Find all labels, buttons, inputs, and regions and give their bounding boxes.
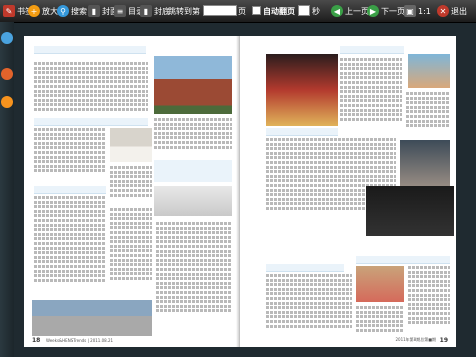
section-header [34, 186, 106, 194]
left-page-number: 18 [32, 337, 41, 344]
prev-page-label: 上一页 [345, 6, 369, 16]
text-block [34, 62, 148, 118]
right-page: 2011年第8期总第■期 19 [240, 36, 456, 347]
url-bar [356, 256, 450, 264]
stock-board-photo [266, 54, 338, 126]
actual-size-button[interactable]: ▣ 1:1 [404, 3, 431, 19]
right-page-footer: 2011年第8期总第■期 [395, 337, 436, 342]
exit-label: 退出 [451, 6, 467, 16]
search-button[interactable]: ⚲ 搜索 [57, 3, 87, 19]
auto-flip-label: 自动翻页 [263, 6, 295, 16]
text-block [356, 306, 404, 336]
text-block [110, 208, 152, 296]
zoom-in-button[interactable]: + 放大 [28, 3, 58, 19]
page-unit: 页 [238, 6, 246, 16]
gear-icon[interactable] [1, 68, 13, 80]
url-bar [266, 128, 338, 136]
url-bar [266, 264, 344, 272]
jump-label: 跳转到第 [168, 6, 200, 16]
back-cover-button[interactable]: ▮ 封底 [140, 3, 170, 19]
text-block [34, 196, 106, 296]
url-box [154, 160, 232, 182]
bookmark-icon: ✎ [3, 5, 15, 17]
street-photo [32, 300, 152, 336]
text-block [156, 222, 232, 332]
text-block [266, 274, 352, 336]
text-block [340, 58, 402, 128]
text-block [154, 118, 232, 156]
building-photo [154, 56, 232, 114]
section-header [340, 46, 404, 54]
text-block [408, 266, 450, 336]
zoom-in-label: 放大 [42, 6, 58, 16]
cover-icon: ▮ [88, 5, 100, 17]
search-icon: ⚲ [57, 5, 69, 17]
toc-icon: ≡ [114, 5, 126, 17]
right-page-number: 19 [439, 337, 448, 344]
left-page-footer: Weeks&HENSTrends | 2011.08.21 [46, 338, 114, 343]
actual-size-icon: ▣ [404, 5, 416, 17]
prev-page-button[interactable]: ◀ 上一页 [331, 3, 369, 19]
back-cover-icon: ▮ [140, 5, 152, 17]
auto-flip-checkbox[interactable] [252, 6, 261, 15]
exit-button[interactable]: ✕ 退出 [437, 3, 467, 19]
city-photo [408, 54, 450, 88]
thumbnail-icon[interactable] [1, 32, 13, 44]
arrow-left-icon: ◀ [331, 5, 343, 17]
toolbar: ✎ 书签 + 放大 ⚲ 搜索 ▮ 封面 ≡ 目录 ▮ 封底 跳转到第 页 自动翻… [0, 0, 476, 23]
zoom-in-icon: + [28, 5, 40, 17]
next-page-label: 下一页 [381, 6, 405, 16]
text-block [34, 128, 106, 182]
seconds-input[interactable] [298, 5, 310, 16]
text-block [406, 92, 450, 132]
market-photo [356, 266, 404, 302]
exit-icon: ✕ [437, 5, 449, 17]
left-page: 18 Weeks&HENSTrends | 2011.08.21 [24, 36, 238, 347]
arrow-right-icon: ▶ [367, 5, 379, 17]
seconds-unit: 秒 [312, 6, 320, 16]
text-block [110, 166, 152, 202]
banner-photo [366, 186, 454, 236]
article-header [34, 46, 146, 54]
sign-photo [154, 186, 232, 216]
search-label: 搜索 [71, 6, 87, 16]
page-input[interactable] [203, 5, 237, 16]
section-header [34, 118, 148, 126]
bedroom-photo [110, 128, 152, 162]
info-icon[interactable] [1, 96, 13, 108]
actual-size-label: 1:1 [418, 6, 431, 16]
next-page-button[interactable]: ▶ 下一页 [367, 3, 405, 19]
side-panel [0, 22, 14, 357]
